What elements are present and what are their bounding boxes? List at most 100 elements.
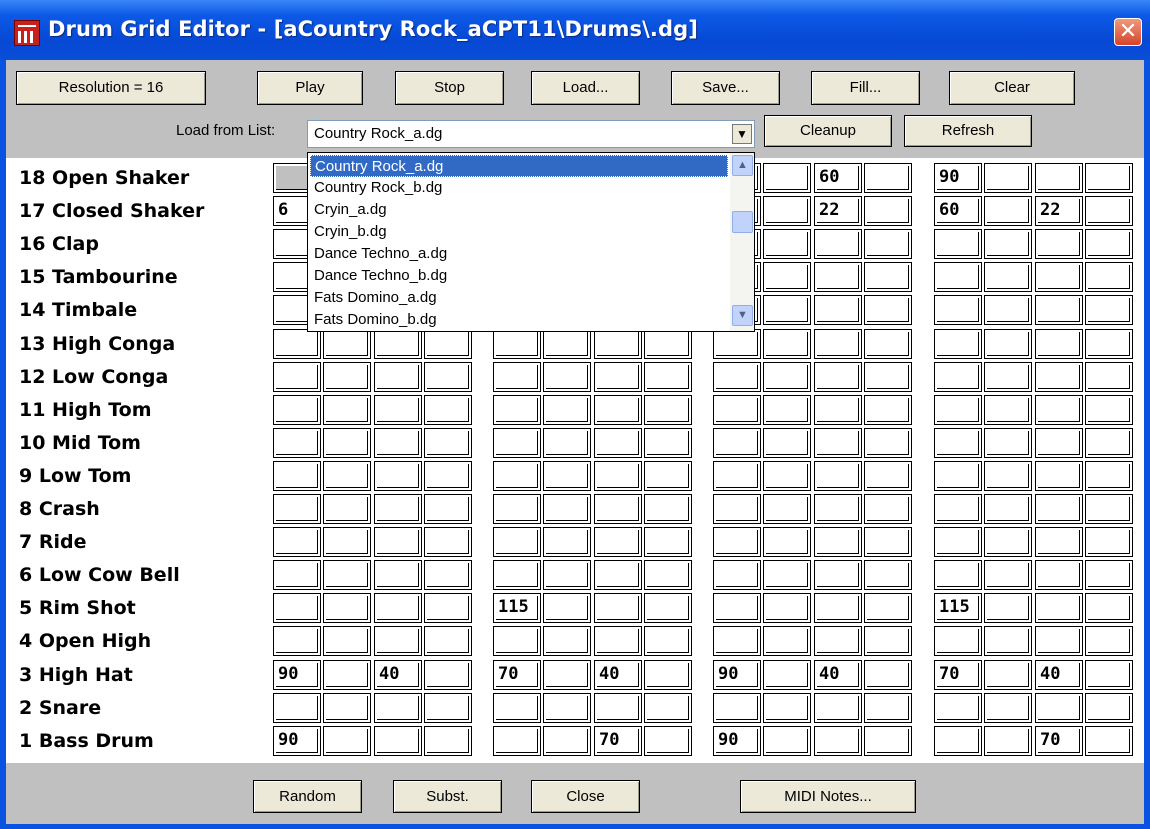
grid-cell[interactable] bbox=[594, 626, 642, 656]
grid-cell[interactable] bbox=[1085, 626, 1133, 656]
subst-button[interactable]: Subst. bbox=[393, 780, 502, 813]
grid-cell[interactable] bbox=[374, 693, 422, 723]
grid-cell[interactable] bbox=[984, 295, 1032, 325]
grid-cell[interactable] bbox=[273, 428, 321, 458]
grid-cell[interactable] bbox=[763, 660, 811, 690]
grid-cell[interactable] bbox=[1085, 527, 1133, 557]
grid-cell[interactable]: 70 bbox=[934, 660, 982, 690]
grid-cell[interactable] bbox=[1085, 461, 1133, 491]
grid-cell[interactable] bbox=[763, 693, 811, 723]
grid-cell[interactable] bbox=[493, 527, 541, 557]
grid-cell[interactable] bbox=[644, 626, 692, 656]
grid-cell[interactable] bbox=[644, 726, 692, 756]
grid-cell[interactable] bbox=[374, 626, 422, 656]
dropdown-item[interactable]: Dance Techno_b.dg bbox=[310, 265, 728, 287]
dropdown-item[interactable]: Fats Domino_a.dg bbox=[310, 287, 728, 309]
grid-cell[interactable] bbox=[424, 560, 472, 590]
grid-cell[interactable] bbox=[1035, 295, 1083, 325]
grid-cell[interactable] bbox=[493, 693, 541, 723]
grid-cell[interactable] bbox=[424, 593, 472, 623]
grid-cell[interactable] bbox=[374, 329, 422, 359]
refresh-button[interactable]: Refresh bbox=[904, 115, 1032, 147]
grid-cell[interactable] bbox=[424, 527, 472, 557]
grid-cell[interactable] bbox=[713, 461, 761, 491]
grid-cell[interactable] bbox=[814, 726, 862, 756]
grid-cell[interactable] bbox=[594, 461, 642, 491]
grid-cell[interactable] bbox=[814, 494, 862, 524]
grid-cell[interactable] bbox=[543, 461, 591, 491]
grid-cell[interactable] bbox=[763, 560, 811, 590]
grid-cell[interactable] bbox=[814, 229, 862, 259]
grid-cell[interactable] bbox=[273, 560, 321, 590]
grid-cell[interactable] bbox=[984, 527, 1032, 557]
grid-cell[interactable] bbox=[323, 395, 371, 425]
grid-cell[interactable] bbox=[543, 593, 591, 623]
grid-cell[interactable]: 70 bbox=[493, 660, 541, 690]
grid-cell[interactable] bbox=[763, 428, 811, 458]
grid-cell[interactable] bbox=[763, 626, 811, 656]
resolution-button[interactable]: Resolution = 16 bbox=[16, 71, 206, 105]
grid-cell[interactable] bbox=[323, 527, 371, 557]
grid-cell[interactable] bbox=[1085, 163, 1133, 193]
grid-cell[interactable] bbox=[934, 428, 982, 458]
grid-cell[interactable] bbox=[934, 329, 982, 359]
grid-cell[interactable] bbox=[984, 362, 1032, 392]
grid-cell[interactable] bbox=[323, 362, 371, 392]
grid-cell[interactable]: 22 bbox=[1035, 196, 1083, 226]
grid-cell[interactable] bbox=[864, 362, 912, 392]
dropdown-item[interactable]: Cryin_b.dg bbox=[310, 221, 728, 243]
grid-cell[interactable]: 40 bbox=[374, 660, 422, 690]
grid-cell[interactable] bbox=[1085, 494, 1133, 524]
grid-cell[interactable] bbox=[763, 196, 811, 226]
grid-cell[interactable] bbox=[1085, 362, 1133, 392]
grid-cell[interactable] bbox=[814, 527, 862, 557]
grid-cell[interactable] bbox=[1085, 693, 1133, 723]
grid-cell[interactable]: 40 bbox=[814, 660, 862, 690]
grid-cell[interactable] bbox=[323, 726, 371, 756]
grid-cell[interactable] bbox=[713, 560, 761, 590]
grid-cell[interactable] bbox=[864, 461, 912, 491]
grid-cell[interactable] bbox=[864, 196, 912, 226]
random-button[interactable]: Random bbox=[253, 780, 362, 813]
grid-cell[interactable] bbox=[424, 329, 472, 359]
grid-cell[interactable] bbox=[644, 527, 692, 557]
grid-cell[interactable] bbox=[273, 329, 321, 359]
grid-cell[interactable] bbox=[594, 527, 642, 557]
grid-cell[interactable] bbox=[814, 560, 862, 590]
grid-cell[interactable] bbox=[594, 395, 642, 425]
grid-cell[interactable] bbox=[934, 362, 982, 392]
grid-cell[interactable] bbox=[644, 461, 692, 491]
grid-cell[interactable] bbox=[934, 295, 982, 325]
grid-cell[interactable] bbox=[1035, 362, 1083, 392]
grid-cell[interactable] bbox=[644, 428, 692, 458]
grid-cell[interactable] bbox=[934, 395, 982, 425]
grid-cell[interactable]: 115 bbox=[934, 593, 982, 623]
grid-cell[interactable] bbox=[644, 660, 692, 690]
chevron-down-icon[interactable]: ▼ bbox=[732, 124, 752, 144]
grid-cell[interactable] bbox=[864, 395, 912, 425]
grid-cell[interactable] bbox=[1035, 593, 1083, 623]
grid-cell[interactable] bbox=[814, 428, 862, 458]
grid-cell[interactable] bbox=[424, 693, 472, 723]
grid-cell[interactable]: 22 bbox=[814, 196, 862, 226]
grid-cell[interactable] bbox=[763, 527, 811, 557]
grid-cell[interactable] bbox=[323, 593, 371, 623]
grid-cell[interactable] bbox=[424, 395, 472, 425]
grid-cell[interactable] bbox=[1085, 726, 1133, 756]
grid-cell[interactable] bbox=[713, 329, 761, 359]
grid-cell[interactable] bbox=[713, 362, 761, 392]
grid-cell[interactable] bbox=[1035, 560, 1083, 590]
grid-cell[interactable] bbox=[713, 428, 761, 458]
scroll-up-icon[interactable]: ▲ bbox=[732, 155, 753, 176]
grid-cell[interactable] bbox=[814, 461, 862, 491]
grid-cell[interactable] bbox=[984, 726, 1032, 756]
grid-cell[interactable] bbox=[493, 461, 541, 491]
grid-cell[interactable] bbox=[984, 660, 1032, 690]
grid-cell[interactable] bbox=[864, 726, 912, 756]
grid-cell[interactable] bbox=[273, 693, 321, 723]
grid-cell[interactable] bbox=[424, 428, 472, 458]
grid-cell[interactable] bbox=[864, 494, 912, 524]
grid-cell[interactable] bbox=[934, 461, 982, 491]
grid-cell[interactable] bbox=[1035, 395, 1083, 425]
save-button[interactable]: Save... bbox=[671, 71, 780, 105]
